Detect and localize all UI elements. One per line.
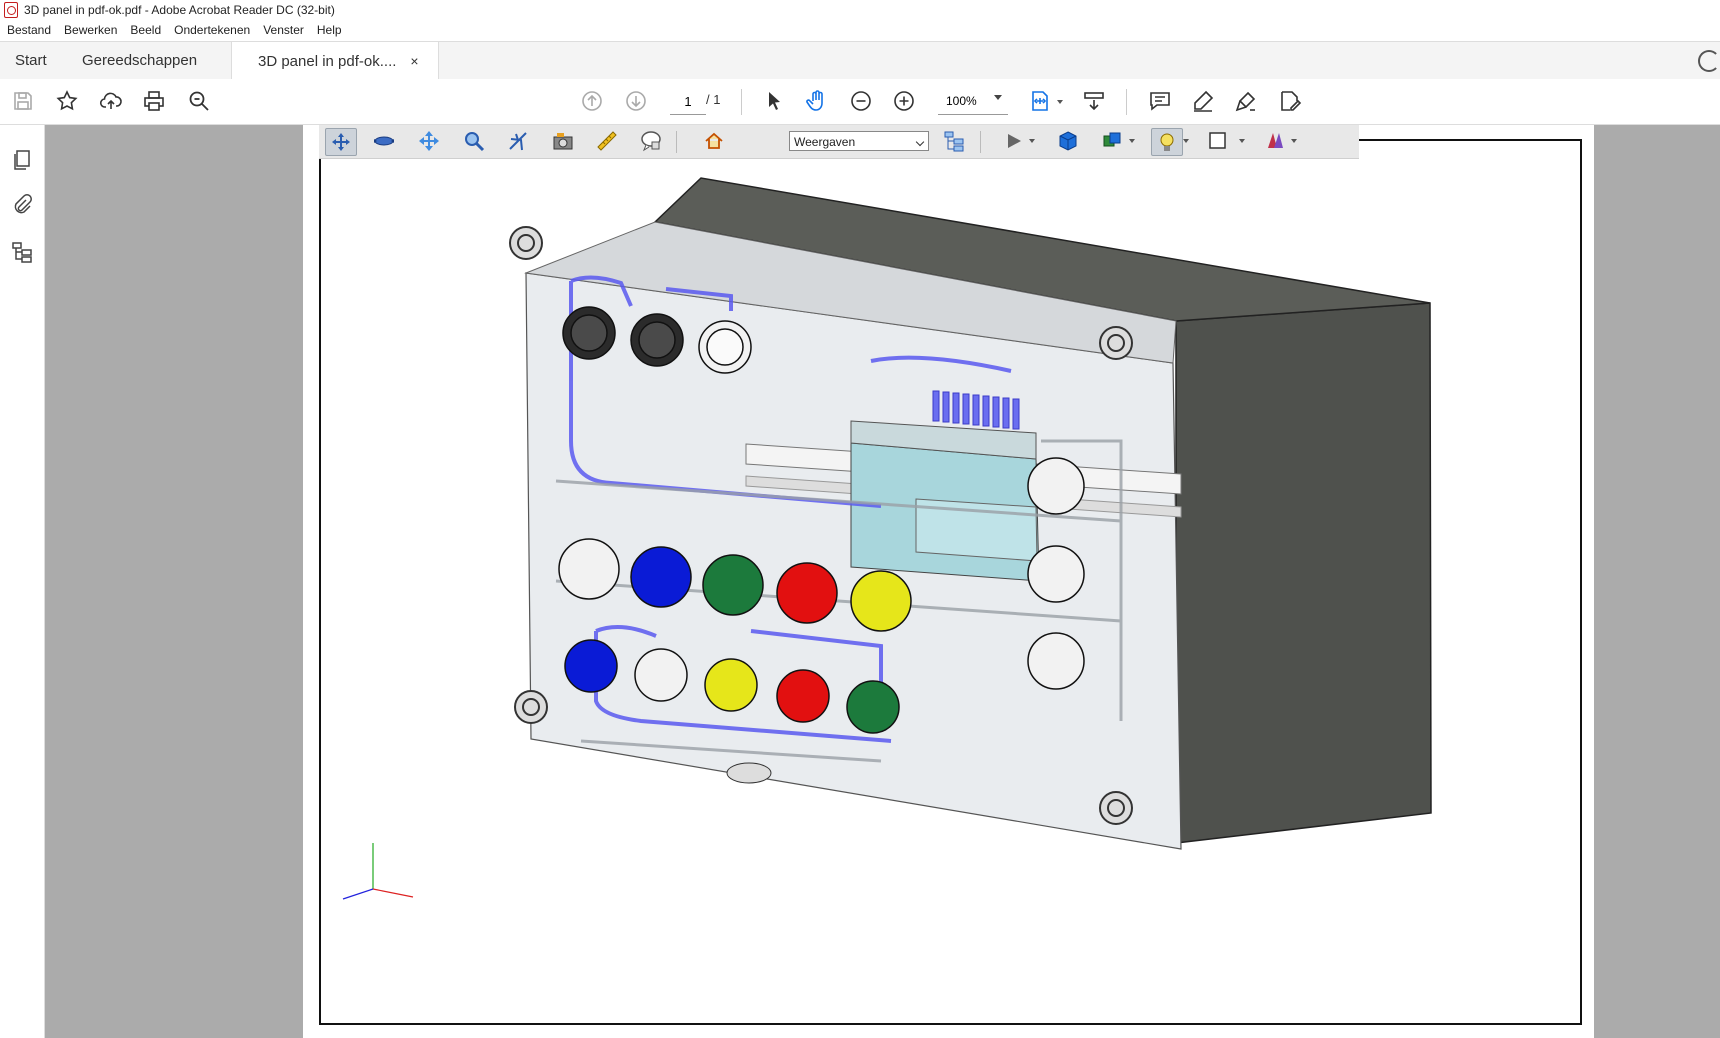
- tab-tools[interactable]: Gereedschappen: [82, 42, 197, 79]
- play-icon[interactable]: [999, 128, 1029, 154]
- lighting-icon[interactable]: [1097, 128, 1127, 154]
- hand-pan-icon[interactable]: [803, 87, 831, 115]
- 3d-annotation-frame[interactable]: [319, 139, 1582, 1025]
- play-dropdown-icon[interactable]: [1029, 139, 1035, 143]
- highlight-pen-icon[interactable]: [1189, 87, 1217, 115]
- fit-page-icon[interactable]: [1026, 87, 1054, 115]
- toolbar-divider: [741, 89, 742, 115]
- measure-icon[interactable]: [592, 128, 622, 154]
- zoom-level-input[interactable]: [938, 88, 1008, 115]
- acrobat-app-icon: [4, 2, 18, 18]
- page-up-icon[interactable]: [578, 87, 606, 115]
- background-color-icon[interactable]: [1151, 128, 1183, 156]
- 3d-model-view[interactable]: [321, 141, 1580, 1023]
- title-bar: 3D panel in pdf-ok.pdf - Adobe Acrobat R…: [0, 0, 1720, 20]
- tab-bar: Start Gereedschappen 3D panel in pdf-ok.…: [0, 41, 1720, 80]
- menu-help[interactable]: Help: [317, 23, 342, 37]
- left-navigation-rail: [0, 125, 45, 1038]
- tab-document-label: 3D panel in pdf-ok....: [258, 52, 397, 70]
- select-arrow-icon[interactable]: [760, 87, 788, 115]
- pdf-page: Weergaven: [303, 125, 1594, 1038]
- view-options-icon[interactable]: [1261, 128, 1291, 154]
- spin-icon[interactable]: [369, 128, 399, 154]
- search-icon[interactable]: [185, 87, 213, 115]
- fit-dropdown-icon[interactable]: [1057, 100, 1063, 104]
- scroll-mode-icon[interactable]: [1080, 87, 1108, 115]
- toolbar-divider: [676, 131, 677, 153]
- attachments-icon[interactable]: [10, 193, 34, 217]
- help-icon[interactable]: [1698, 50, 1720, 72]
- model-tree-icon[interactable]: [939, 128, 969, 154]
- render-mode-icon[interactable]: [1053, 128, 1083, 154]
- menu-bestand[interactable]: Bestand: [7, 23, 51, 37]
- lighting-dropdown-icon[interactable]: [1129, 139, 1135, 143]
- comment-icon[interactable]: [1146, 87, 1174, 115]
- close-icon[interactable]: ×: [410, 53, 418, 69]
- layers-model-tree-icon[interactable]: [10, 240, 34, 264]
- cross-section-icon[interactable]: [1203, 128, 1233, 154]
- view-options-dropdown-icon[interactable]: [1291, 139, 1297, 143]
- zoom-3d-icon[interactable]: [459, 128, 489, 154]
- bookmark-star-icon[interactable]: [53, 87, 81, 115]
- fill-sign-icon[interactable]: [1276, 87, 1304, 115]
- upload-cloud-icon[interactable]: [97, 87, 125, 115]
- window-title: 3D panel in pdf-ok.pdf - Adobe Acrobat R…: [24, 3, 335, 17]
- page-down-icon[interactable]: [622, 87, 650, 115]
- 3d-toolbar: Weergaven: [319, 125, 1359, 159]
- zoom-in-icon[interactable]: [890, 87, 918, 115]
- zoom-dropdown-icon[interactable]: [994, 95, 1002, 100]
- cross-section-dropdown-icon[interactable]: [1239, 139, 1245, 143]
- comment-3d-icon[interactable]: [636, 128, 666, 154]
- menu-beeld[interactable]: Beeld: [130, 23, 161, 37]
- background-dropdown-icon[interactable]: [1183, 139, 1189, 143]
- menu-venster[interactable]: Venster: [263, 23, 304, 37]
- page-number-input[interactable]: [670, 88, 706, 115]
- tab-document[interactable]: 3D panel in pdf-ok.... ×: [231, 42, 439, 80]
- fly-icon[interactable]: [503, 128, 533, 154]
- views-select[interactable]: Weergaven: [789, 131, 929, 151]
- camera-icon[interactable]: [548, 128, 578, 154]
- main-toolbar: / 1: [0, 79, 1720, 125]
- page-total: / 1: [706, 92, 721, 107]
- sign-icon[interactable]: [1232, 87, 1260, 115]
- rotate-icon[interactable]: [325, 128, 357, 156]
- save-icon[interactable]: [9, 87, 37, 115]
- print-icon[interactable]: [140, 87, 168, 115]
- toolbar-divider: [980, 131, 981, 153]
- menu-ondertekenen[interactable]: Ondertekenen: [174, 23, 250, 37]
- pages-icon[interactable]: [10, 148, 34, 172]
- tab-start[interactable]: Start: [15, 42, 47, 79]
- document-viewport[interactable]: Weergaven: [45, 125, 1720, 1038]
- home-view-icon[interactable]: [699, 128, 729, 154]
- menu-bar: Bestand Bewerken Beeld Ondertekenen Vens…: [0, 20, 1720, 40]
- toolbar-divider: [1126, 89, 1127, 115]
- pan-icon[interactable]: [414, 128, 444, 154]
- zoom-out-icon[interactable]: [847, 87, 875, 115]
- menu-bewerken[interactable]: Bewerken: [64, 23, 117, 37]
